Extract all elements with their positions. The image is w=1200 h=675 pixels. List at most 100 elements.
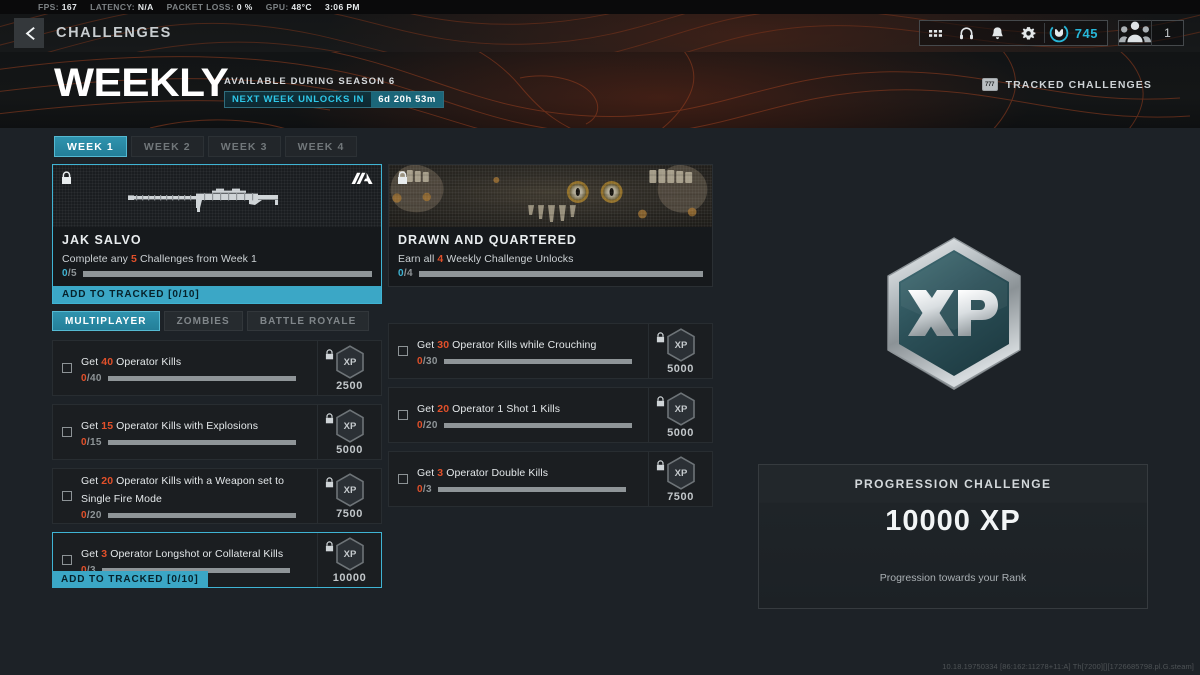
tab-week-3[interactable]: WEEK 3	[207, 136, 281, 157]
challenge-checkbox[interactable]	[62, 427, 72, 437]
party-group: 1	[1118, 20, 1184, 46]
svg-text:XP: XP	[343, 421, 356, 432]
challenge-text: Get 30 Operator Kills while Crouching 0/…	[417, 335, 640, 367]
back-button[interactable]	[14, 18, 44, 48]
reward-progress-text: 0/4	[398, 268, 413, 279]
header-actions: 745 1	[918, 14, 1184, 52]
table-row[interactable]: Get 3 Operator Longshot or Collateral Ki…	[52, 532, 382, 588]
svg-text:XP: XP	[674, 468, 687, 479]
challenge-progress: 0/20	[81, 510, 309, 521]
challenge-main: Get 3 Operator Double Kills 0/3	[389, 452, 648, 506]
table-row[interactable]: Get 20 Operator 1 Shot 1 Kills 0/20 XP 5…	[388, 387, 713, 443]
challenge-checkbox[interactable]	[62, 363, 72, 373]
reward-progress-bar	[418, 270, 703, 277]
lock-icon	[325, 349, 334, 360]
challenge-checkbox[interactable]	[62, 555, 72, 565]
challenge-checkbox[interactable]	[398, 410, 408, 420]
reward-progress-text: 0/5	[62, 268, 77, 279]
challenge-progress-bar	[443, 423, 632, 428]
keybind-keycap-icon: 777	[981, 78, 998, 91]
challenge-title: Get 3 Operator Double Kills	[417, 467, 549, 479]
lock-icon-wrap	[325, 539, 334, 557]
lock-icon	[656, 460, 665, 471]
squad-button[interactable]	[1119, 20, 1151, 46]
challenge-title: Get 3 Operator Longshot or Collateral Ki…	[81, 548, 284, 560]
lock-icon-wrap	[325, 475, 334, 493]
bell-icon	[992, 26, 1003, 39]
settings-button[interactable]	[1013, 20, 1044, 46]
xp-hex-icon: XP	[666, 391, 695, 426]
challenge-progress-bar	[107, 513, 296, 518]
challenge-checkbox[interactable]	[398, 346, 408, 356]
reward-card-jak-salvo[interactable]: JAK SALVO Complete any 5 Challenges from…	[52, 164, 382, 304]
svg-text:XP: XP	[343, 485, 356, 496]
rarity-badge-icon-wrap	[351, 172, 373, 190]
tab-multiplayer[interactable]: MULTIPLAYER	[52, 311, 160, 331]
header-icon-group: 745	[918, 20, 1108, 46]
add-to-tracked-button[interactable]: ADD TO TRACKED [0/10]	[52, 571, 208, 588]
audio-button[interactable]	[951, 20, 982, 46]
challenge-progress-text: 0/20	[81, 510, 102, 521]
reward-card-body: JAK SALVO Complete any 5 Challenges from…	[53, 227, 381, 286]
reward-description: Earn all 4 Weekly Challenge Unlocks	[398, 253, 574, 265]
tracked-challenges-button[interactable]: 777 TRACKED CHALLENGES	[981, 78, 1152, 91]
weapon-jak-salvo-icon	[128, 188, 278, 212]
chevron-left-icon	[25, 26, 35, 40]
challenge-main: Get 20 Operator Kills with a Weapon set …	[53, 469, 317, 523]
app-header: CHALLENGES 745 1	[0, 14, 1200, 52]
left-column: JAK SALVO Complete any 5 Challenges from…	[52, 164, 382, 588]
challenge-reward: XP 10000	[317, 533, 381, 587]
add-to-tracked-button[interactable]: ADD TO TRACKED [0/10]	[53, 286, 381, 303]
lock-icon	[398, 171, 407, 184]
hero-title: WEEKLY	[54, 61, 229, 105]
challenge-checkbox[interactable]	[398, 474, 408, 484]
challenge-progress-bar	[107, 440, 296, 445]
challenge-xp-amount: 7500	[336, 507, 363, 520]
progression-card-value: 10000 XP	[885, 505, 1021, 537]
tab-week-2[interactable]: WEEK 2	[130, 136, 204, 157]
tab-zombies[interactable]: ZOMBIES	[163, 311, 243, 331]
xp-hex-icon-wrap: XP	[335, 472, 365, 507]
cod-points-balance[interactable]: 745	[1043, 23, 1107, 43]
challenge-title: Get 15 Operator Kills with Explosions	[81, 420, 259, 432]
tab-week-4[interactable]: WEEK 4	[284, 136, 358, 157]
xp-emblem	[878, 232, 1030, 398]
challenge-progress-text: 0/40	[81, 373, 102, 384]
challenge-xp-amount: 10000	[332, 571, 367, 584]
grid-apps-button[interactable]	[920, 20, 951, 46]
table-row[interactable]: Get 40 Operator Kills 0/40 XP 2500	[52, 340, 382, 396]
gear-icon	[1021, 26, 1036, 39]
svg-text:XP: XP	[674, 404, 687, 415]
table-row[interactable]: Get 3 Operator Double Kills 0/3 XP 7500	[388, 451, 713, 507]
table-row[interactable]: Get 30 Operator Kills while Crouching 0/…	[388, 323, 713, 379]
reward-name: DRAWN AND QUARTERED	[398, 233, 577, 247]
lock-icon-wrap	[325, 347, 334, 365]
challenge-text: Get 40 Operator Kills 0/40	[81, 352, 309, 384]
notifications-button[interactable]	[982, 20, 1013, 46]
table-row[interactable]: Get 20 Operator Kills with a Weapon set …	[52, 468, 382, 524]
challenge-xp-amount: 7500	[667, 490, 694, 503]
challenge-xp-amount: 5000	[667, 426, 694, 439]
xp-hex-icon: XP	[335, 408, 364, 443]
reward-card-drawn-and-quartered[interactable]: DRAWN AND QUARTERED Earn all 4 Weekly Ch…	[388, 164, 713, 287]
challenge-title: Get 40 Operator Kills	[81, 356, 182, 368]
table-row[interactable]: Get 15 Operator Kills with Explosions 0/…	[52, 404, 382, 460]
challenge-progress: 0/15	[81, 437, 309, 448]
lock-icon	[325, 477, 334, 488]
xp-hex-icon-wrap: XP	[335, 408, 365, 443]
challenge-title: Get 30 Operator Kills while Crouching	[417, 339, 597, 351]
timer-value: 6d 20h 53m	[371, 92, 443, 107]
right-column: DRAWN AND QUARTERED Earn all 4 Weekly Ch…	[388, 164, 713, 507]
reward-card-art	[389, 165, 712, 227]
challenges-screen: FPS: 167 LATENCY: N/A PACKET LOSS: 0 % G…	[0, 0, 1200, 675]
lock-icon	[656, 332, 665, 343]
reward-progress: 0/4	[398, 268, 703, 279]
squad-icon	[1119, 21, 1151, 43]
lock-icon-wrap	[656, 458, 665, 476]
tab-week-1[interactable]: WEEK 1	[54, 136, 127, 157]
tab-battle-royale[interactable]: BATTLE ROYALE	[246, 311, 370, 331]
challenge-checkbox[interactable]	[62, 491, 72, 501]
lock-icon-wrap	[656, 330, 665, 348]
challenge-main: Get 30 Operator Kills while Crouching 0/…	[389, 324, 648, 378]
challenge-xp-amount: 5000	[667, 362, 694, 375]
